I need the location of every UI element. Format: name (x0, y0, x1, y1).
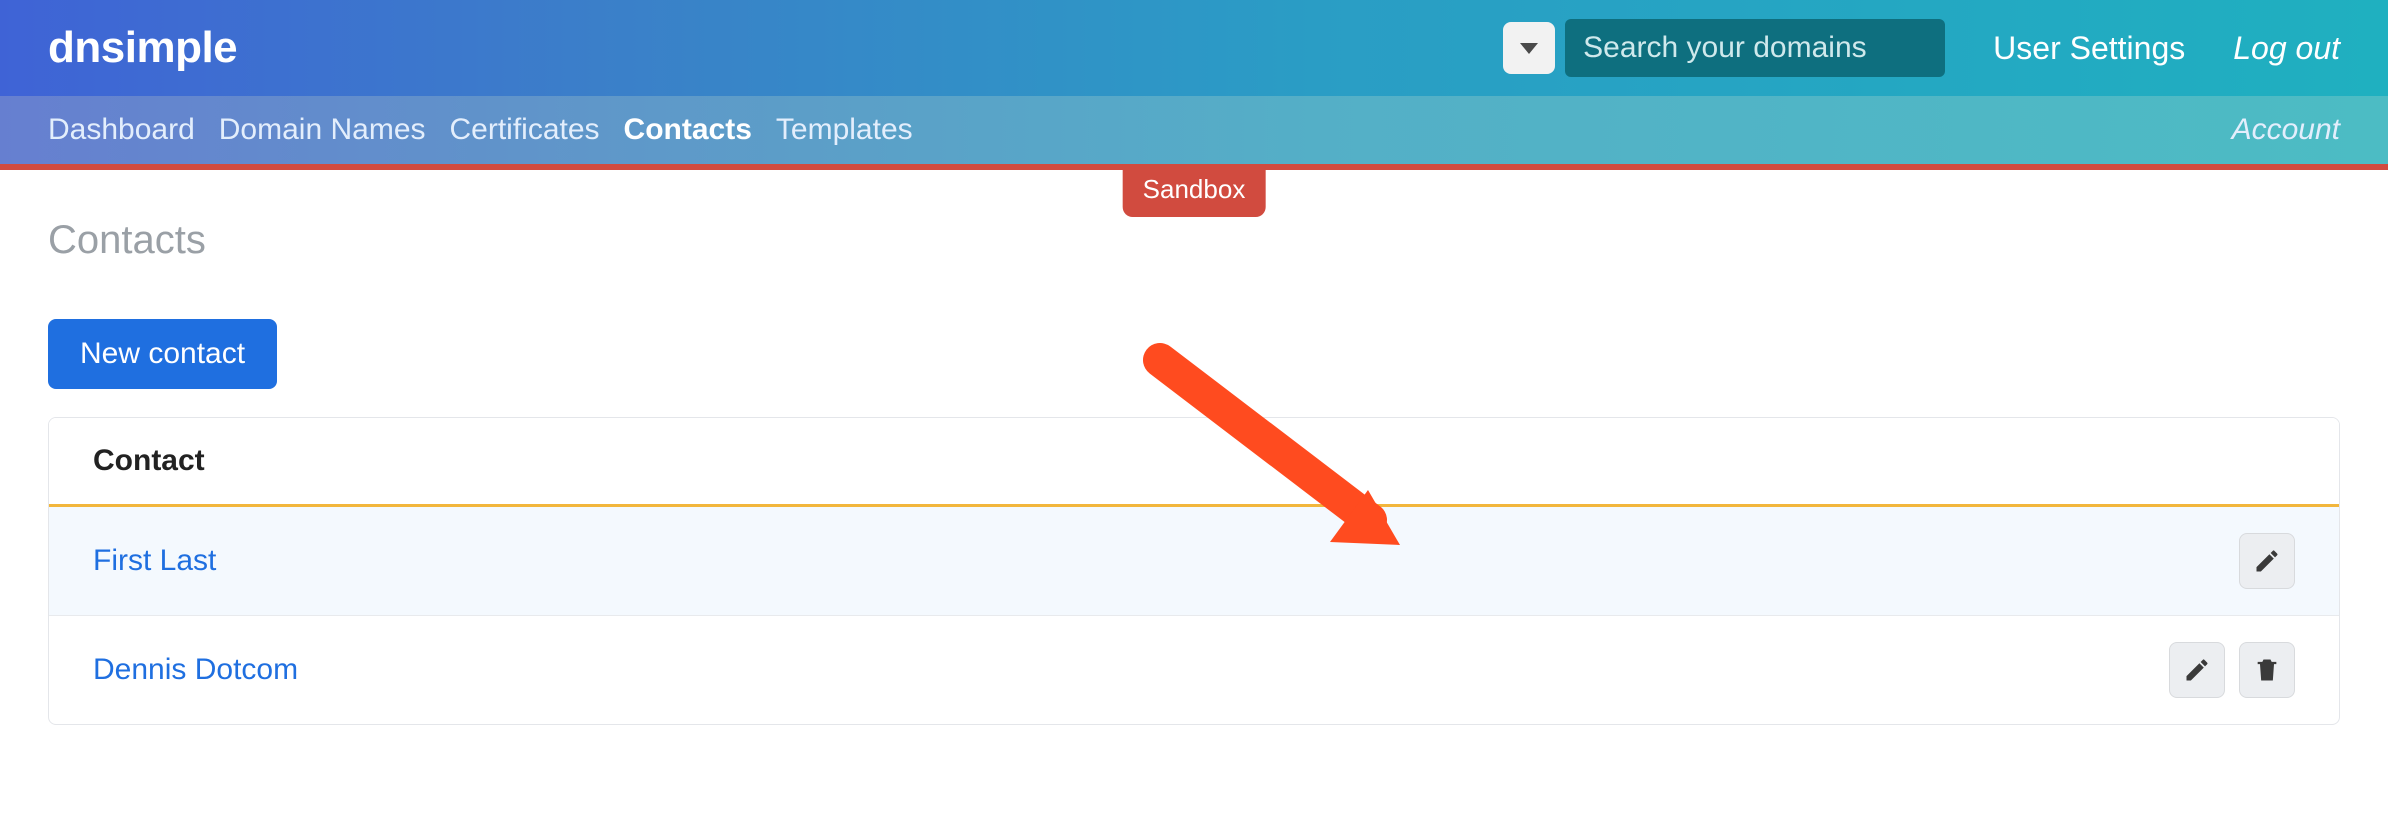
contacts-table: Contact First Last Dennis Dotcom (48, 417, 2340, 725)
contact-link[interactable]: First Last (93, 544, 216, 578)
log-out-link[interactable]: Log out (2233, 30, 2340, 67)
row-actions (2169, 642, 2295, 698)
subnav: Dashboard Domain Names Certificates Cont… (0, 96, 2388, 164)
nav-certificates[interactable]: Certificates (450, 113, 600, 147)
nav-dashboard[interactable]: Dashboard (48, 113, 195, 147)
delete-button[interactable] (2239, 642, 2295, 698)
nav-account[interactable]: Account (2232, 113, 2340, 147)
trash-icon (2253, 656, 2281, 684)
nav-contacts[interactable]: Contacts (624, 113, 752, 147)
row-actions (2239, 533, 2295, 589)
nav-templates[interactable]: Templates (776, 113, 913, 147)
caret-down-icon (1520, 43, 1538, 54)
page-body: Contacts New contact Contact First Last … (0, 170, 2388, 725)
contact-link[interactable]: Dennis Dotcom (93, 653, 298, 687)
topbar: dnsimple User Settings Log out (0, 0, 2388, 96)
table-row: First Last (49, 507, 2339, 616)
page-title: Contacts (48, 218, 2340, 263)
search-scope-dropdown[interactable] (1503, 22, 1555, 74)
search-input[interactable] (1565, 19, 1945, 77)
new-contact-button[interactable]: New contact (48, 319, 277, 389)
pencil-icon (2253, 547, 2281, 575)
table-row: Dennis Dotcom (49, 616, 2339, 724)
edit-button[interactable] (2169, 642, 2225, 698)
user-settings-link[interactable]: User Settings (1993, 30, 2185, 67)
table-header-contact: Contact (49, 418, 2339, 507)
search-group (1503, 19, 1945, 77)
brand-logo: dnsimple (48, 23, 237, 73)
edit-button[interactable] (2239, 533, 2295, 589)
pencil-icon (2183, 656, 2211, 684)
nav-domain-names[interactable]: Domain Names (219, 113, 426, 147)
